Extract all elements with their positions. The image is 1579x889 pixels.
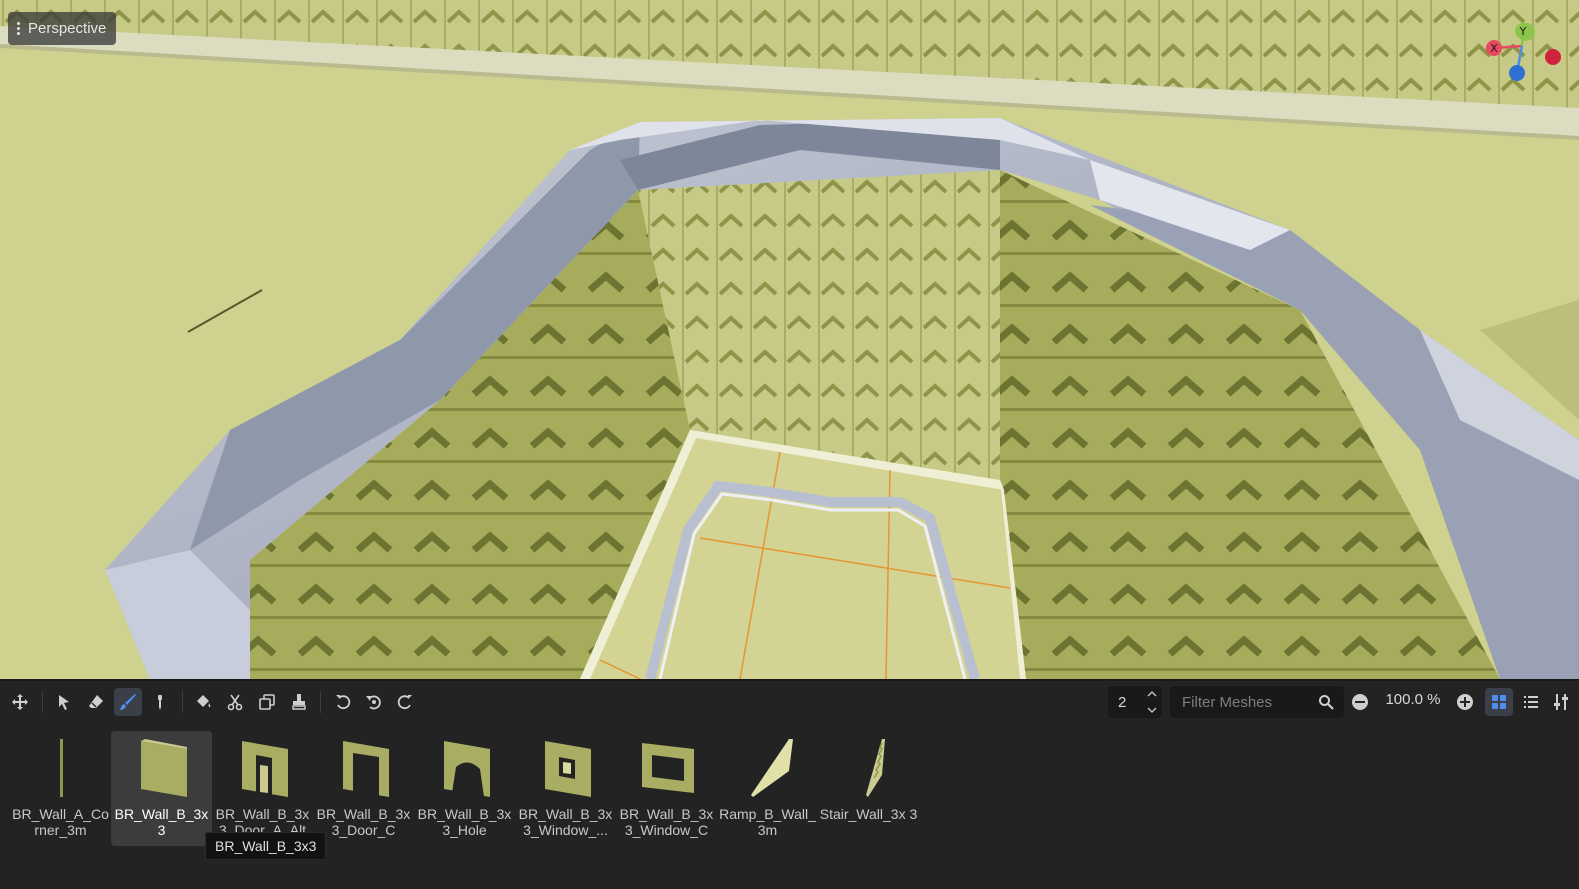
axis-gizmo[interactable]: Y X	[1482, 16, 1572, 92]
transform-button[interactable]	[6, 688, 34, 716]
zoom-out-icon	[1352, 694, 1368, 710]
mesh-item[interactable]: BR_Wall_B_3x 3_Door_C	[313, 731, 414, 846]
mesh-item-selected[interactable]: BR_Wall_B_3x 3	[111, 731, 212, 846]
toolbar-separator	[182, 691, 183, 713]
eyedropper-icon	[158, 695, 162, 710]
cursor-icon	[59, 695, 69, 710]
settings-button[interactable]	[1547, 688, 1575, 716]
mesh-name: BR_Wall_B_3x 3_Window_C	[619, 806, 714, 838]
kebab-menu-icon	[16, 22, 20, 35]
mesh-thumbnail	[342, 741, 389, 797]
thumbnail-view-button[interactable]	[1485, 688, 1513, 716]
copy-button[interactable]	[253, 688, 281, 716]
move-icon	[12, 694, 28, 710]
chevron-up-icon[interactable]	[1147, 690, 1157, 697]
paste-icon	[292, 694, 306, 710]
grid-view-icon	[1492, 695, 1506, 709]
scene-render	[0, 0, 1579, 679]
toolbar-separator	[320, 691, 321, 713]
zoom-out-button[interactable]	[1346, 688, 1374, 716]
paint-button[interactable]	[114, 688, 142, 716]
fill-button[interactable]	[189, 688, 217, 716]
filter-meshes-field[interactable]	[1170, 686, 1344, 718]
paste-button[interactable]	[285, 688, 313, 716]
mesh-thumbnail	[241, 741, 288, 797]
floor-layer-value: 2	[1118, 693, 1127, 711]
copy-icon	[259, 694, 275, 710]
floor-layer-spinbox[interactable]: 2	[1108, 686, 1162, 718]
mesh-thumbnail	[59, 739, 63, 797]
x-axis-label: X	[1490, 42, 1498, 55]
search-icon	[1319, 695, 1334, 710]
filter-meshes-input[interactable]	[1170, 686, 1310, 718]
zoom-level: 100.0 %	[1385, 691, 1441, 708]
y-axis-label: Y	[1519, 25, 1527, 38]
mesh-thumbnail	[443, 741, 490, 797]
mesh-thumbnail	[140, 739, 187, 797]
mesh-item[interactable]: BR_Wall_B_3x 3_Window_C	[616, 731, 717, 846]
mesh-item[interactable]: BR_Wall_B_3x 3_Hole	[414, 731, 515, 846]
mesh-name: BR_Wall_B_3x 3	[114, 806, 209, 838]
mesh-item[interactable]: BR_Wall_A_Co rner_3m	[10, 731, 111, 846]
editor-window: Perspective Y X 2 Filter Meshes 100.0 % …	[0, 0, 1579, 889]
gridmap-toolbar: 2 100.0 %	[0, 681, 1579, 723]
cut-button[interactable]	[221, 688, 249, 716]
select-button[interactable]	[50, 688, 78, 716]
mesh-thumbnail	[750, 739, 793, 797]
mesh-item[interactable]: BR_Wall_B_3x 3_Door_A_Alt	[212, 731, 313, 846]
mesh-name: Ramp_B_Wall_ 3m	[719, 806, 816, 838]
flip-icon	[366, 695, 381, 710]
rotate-right-icon	[397, 695, 412, 710]
mesh-thumbnail	[641, 743, 694, 793]
list-view-button[interactable]	[1517, 688, 1545, 716]
gridmap-panel: 2 100.0 %	[0, 679, 1579, 889]
mesh-name: BR_Wall_B_3x 3_Door_C	[316, 806, 411, 838]
rotate-right-button[interactable]	[391, 688, 419, 716]
flip-button[interactable]	[360, 688, 388, 716]
mesh-item[interactable]: BR_Wall_B_3x 3_Window_...	[515, 731, 616, 846]
toolbar-separator	[42, 691, 43, 713]
eraser-icon	[89, 695, 103, 708]
mesh-name: BR_Wall_B_3x 3_Window_...	[518, 806, 613, 838]
rotate-left-icon	[336, 695, 351, 710]
erase-button[interactable]	[82, 688, 110, 716]
viewport-3d[interactable]: Perspective Y X	[0, 0, 1579, 679]
scissors-icon	[227, 694, 243, 711]
list-view-icon	[1524, 696, 1538, 708]
viewport-view-menu[interactable]: Perspective	[8, 12, 117, 45]
sliders-icon	[1554, 694, 1568, 710]
mesh-name: BR_Wall_B_3x 3_Hole	[417, 806, 512, 838]
mesh-name: Stair_Wall_3x 3	[819, 806, 918, 822]
zoom-in-icon	[1457, 694, 1473, 710]
rotate-left-button[interactable]	[329, 688, 357, 716]
mesh-item[interactable]: Ramp_B_Wall_ 3m	[717, 731, 818, 846]
zoom-in-button[interactable]	[1451, 688, 1479, 716]
pick-button[interactable]	[146, 688, 174, 716]
mesh-thumbnail	[544, 741, 591, 797]
bucket-icon	[197, 695, 211, 708]
negative-x-axis-handle[interactable]	[1545, 49, 1561, 65]
mesh-thumbnail	[865, 739, 885, 797]
paintbrush-icon	[120, 694, 136, 710]
viewport-view-label: Perspective	[28, 20, 107, 37]
z-axis-handle[interactable]	[1509, 65, 1525, 81]
mesh-tooltip: BR_Wall_B_3x3	[205, 832, 327, 860]
chevron-down-icon[interactable]	[1147, 707, 1157, 714]
mesh-name: BR_Wall_A_Co rner_3m	[12, 806, 109, 838]
mesh-item[interactable]: Stair_Wall_3x 3	[818, 731, 919, 846]
